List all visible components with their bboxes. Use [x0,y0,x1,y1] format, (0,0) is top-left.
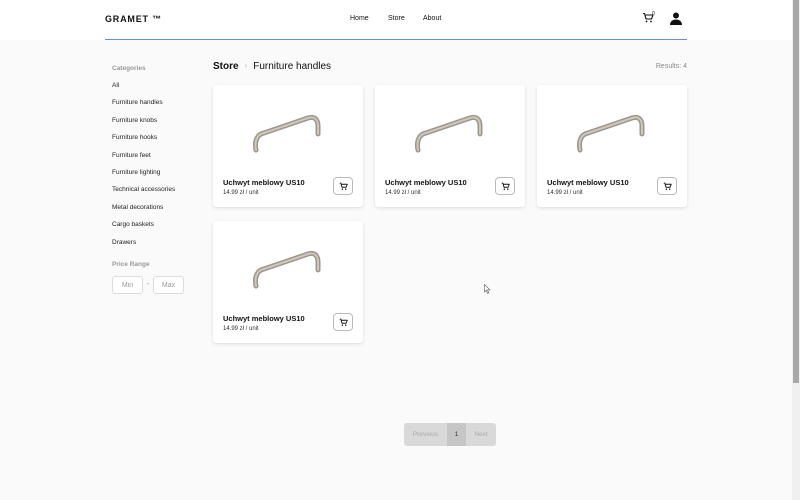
product-image [253,250,321,289]
add-to-cart-icon [501,182,510,190]
product-card[interactable]: Uchwyt meblowy US10 14.99 zł / unit [213,221,363,343]
user-icon[interactable] [670,12,682,26]
scrollbar-thumb[interactable] [793,0,799,383]
add-to-cart-icon [663,182,672,190]
add-to-cart-button[interactable] [657,177,677,195]
breadcrumb: Store › Furniture handles [213,61,331,72]
price-max-input[interactable] [153,276,184,294]
breadcrumb-current: Furniture handles [253,61,332,72]
product-card[interactable]: Uchwyt meblowy US10 14.99 zł / unit [213,85,363,207]
results-count: Results: 4 [655,63,687,70]
category-cargo-baskets[interactable]: Cargo baskets [112,221,202,238]
product-card[interactable]: Uchwyt meblowy US10 14.99 zł / unit [375,85,525,207]
nav-about[interactable]: About [423,15,441,22]
category-furniture-knobs[interactable]: Furniture knobs [112,117,202,134]
price-min-input[interactable] [112,276,143,294]
previous-page-button[interactable]: Previous [404,423,447,446]
product-name[interactable]: Uchwyt meblowy US10 [223,178,305,187]
site-header: GRAMET ™ Home Store About 0 [0,0,792,40]
add-to-cart-icon [339,182,348,190]
product-image [577,114,645,153]
price-range-title: Price Range [112,261,150,268]
product-price: 14.99 zł / unit [223,190,259,196]
category-furniture-feet[interactable]: Furniture feet [112,152,202,169]
pagination: Previous 1 Next [404,423,496,446]
category-furniture-handles[interactable]: Furniture handles [112,99,202,116]
product-card[interactable]: Uchwyt meblowy US10 14.99 zł / unit [537,85,687,207]
category-technical-accessories[interactable]: Technical accessories [112,186,202,203]
category-metal-decorations[interactable]: Metal decorations [112,204,202,221]
mouse-cursor-icon [484,284,491,294]
nav-home[interactable]: Home [350,15,369,22]
category-drawers[interactable]: Drawers [112,239,202,256]
category-furniture-hooks[interactable]: Furniture hooks [112,134,202,151]
product-name[interactable]: Uchwyt meblowy US10 [547,178,629,187]
product-image [253,114,321,153]
product-price: 14.99 zł / unit [223,326,259,332]
page-number-button[interactable]: 1 [447,423,466,446]
product-price: 14.99 zł / unit [385,190,421,196]
product-image [415,114,483,153]
category-furniture-lighting[interactable]: Furniture lighting [112,169,202,186]
breadcrumb-store[interactable]: Store [213,61,239,72]
nav-store[interactable]: Store [388,15,405,22]
cart-icon[interactable] [642,11,658,27]
product-price: 14.99 zł / unit [547,190,583,196]
add-to-cart-button[interactable] [333,177,353,195]
categories-title: Categories [112,65,146,72]
logo[interactable]: GRAMET ™ [105,14,162,24]
next-page-button[interactable]: Next [466,423,496,446]
product-name[interactable]: Uchwyt meblowy US10 [385,178,467,187]
cart-count-badge: 0 [652,11,655,17]
breadcrumb-separator: › [244,61,248,70]
header-divider [105,39,687,40]
sidebar: Categories All Furniture handles Furnitu… [112,65,202,256]
add-to-cart-icon [339,318,348,326]
add-to-cart-button[interactable] [495,177,515,195]
add-to-cart-button[interactable] [333,313,353,331]
category-all[interactable]: All [112,82,202,99]
page-scrollbar[interactable] [792,0,800,500]
product-name[interactable]: Uchwyt meblowy US10 [223,314,305,323]
price-range-dash: - [147,281,150,288]
